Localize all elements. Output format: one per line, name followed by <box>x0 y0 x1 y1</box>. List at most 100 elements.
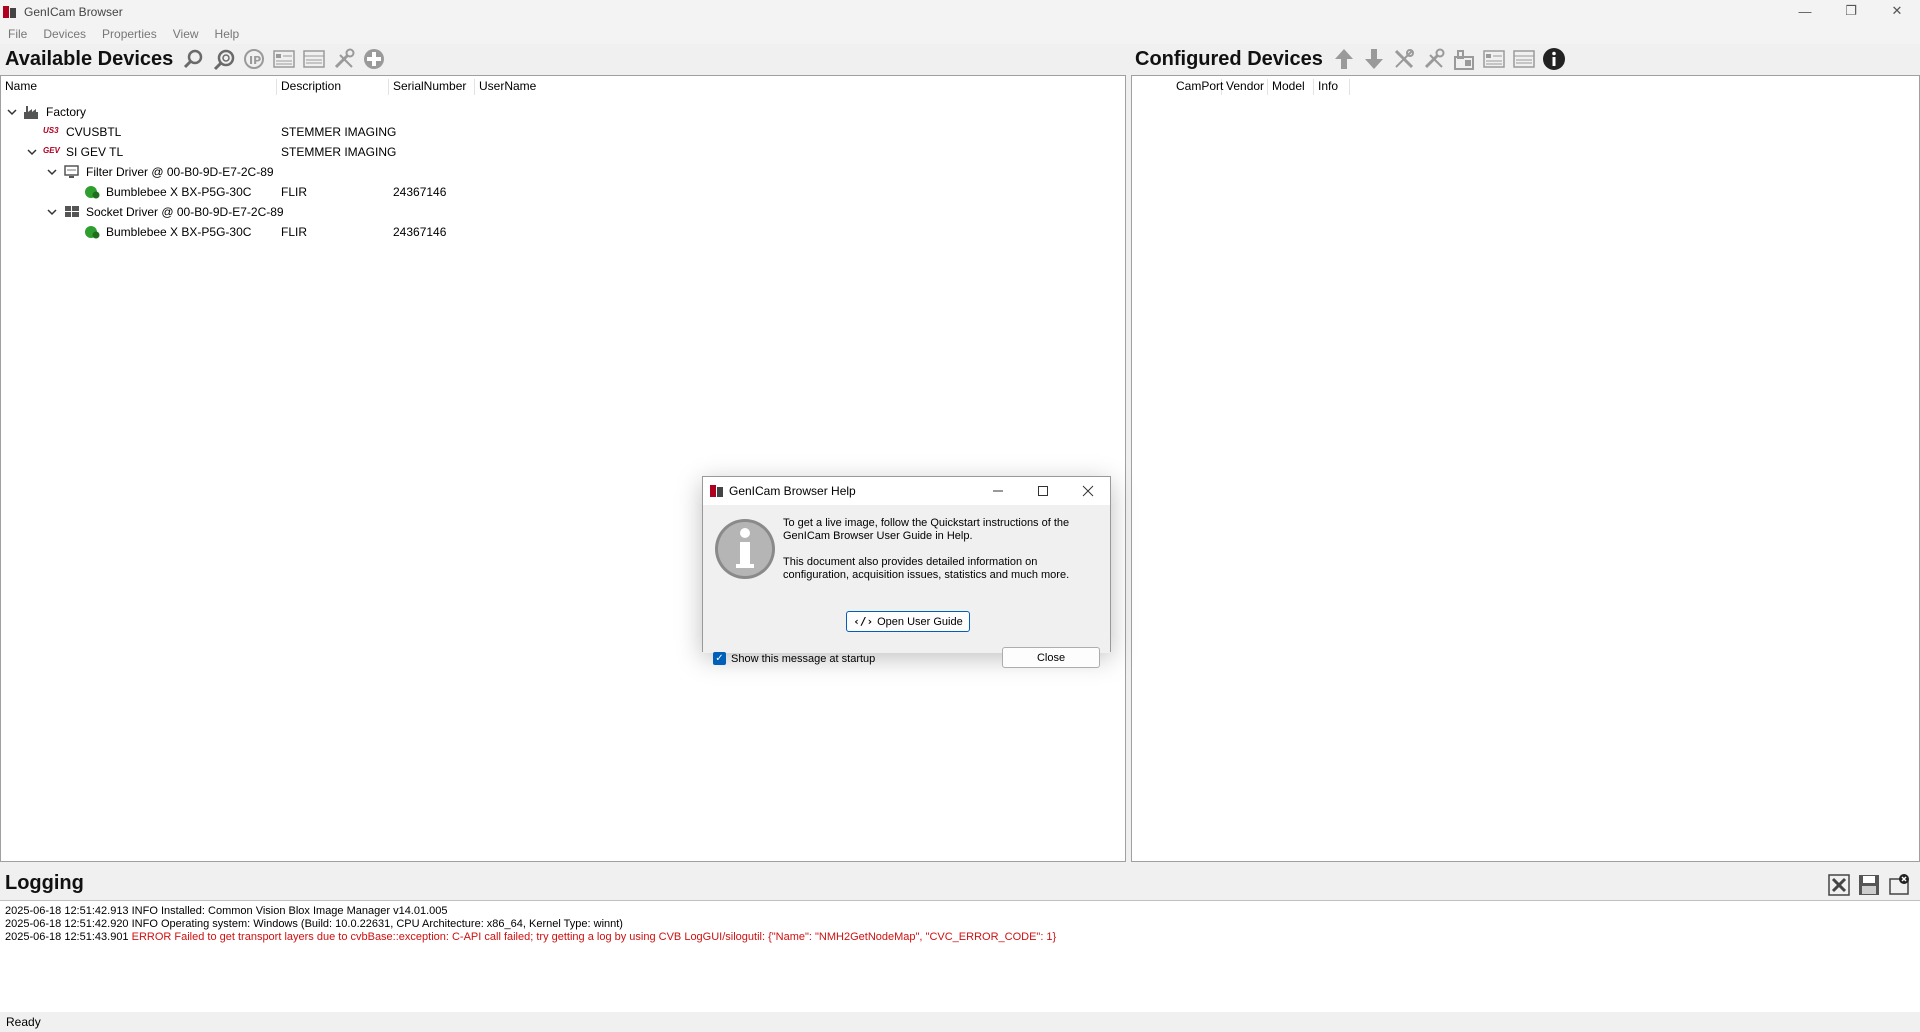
move-up-button[interactable] <box>1329 45 1359 73</box>
dialog-title-bar[interactable]: GenICam Browser Help <box>703 477 1110 505</box>
logging-header: Logging <box>0 866 1920 900</box>
save-config-button[interactable] <box>1449 45 1479 73</box>
grid-details-icon <box>1513 50 1535 68</box>
config-details-button[interactable] <box>1509 45 1539 73</box>
grid-details-icon <box>303 50 326 68</box>
tree-node-cvusbtl[interactable]: US3 CVUSBTL STEMMER IMAGING <box>1 122 1125 142</box>
genicam-app-icon <box>710 485 723 497</box>
log-line: 2025-06-18 12:51:42.913 INFO Installed: … <box>5 905 448 917</box>
close-window-button[interactable]: ✕ <box>1874 0 1920 22</box>
maximize-button[interactable]: ❐ <box>1828 0 1874 22</box>
usb3-icon: US3 <box>43 126 59 135</box>
tree-label: Bumblebee X BX-P5G-30C <box>106 185 252 199</box>
list-properties-icon <box>273 50 296 68</box>
dialog-close-x-button[interactable] <box>1065 477 1110 505</box>
log-settings-button[interactable] <box>1884 871 1914 899</box>
info-button[interactable] <box>1539 45 1569 73</box>
column-info[interactable]: Info <box>1314 79 1350 95</box>
windows-socket-icon <box>65 206 79 217</box>
wrench-icon <box>335 48 355 69</box>
chevron-down-icon[interactable] <box>26 146 38 158</box>
column-name[interactable]: Name <box>1 79 277 95</box>
menu-view[interactable]: View <box>165 27 207 41</box>
tools-button[interactable] <box>329 45 359 73</box>
minimize-button[interactable]: — <box>1782 0 1828 22</box>
column-vendor[interactable]: Vendor <box>1222 79 1268 95</box>
serial-cell: 24367146 <box>393 185 447 199</box>
properties-button[interactable] <box>269 45 299 73</box>
minimize-icon <box>992 490 1003 492</box>
ip-config-button[interactable]: IP <box>239 45 269 73</box>
save-log-button[interactable] <box>1854 871 1884 899</box>
config-tools-button[interactable] <box>1419 45 1449 73</box>
menu-help[interactable]: Help <box>207 27 248 41</box>
status-bar: Ready <box>0 1012 1920 1032</box>
save-icon <box>1859 875 1879 895</box>
clear-log-button[interactable] <box>1824 871 1854 899</box>
remove-config-button[interactable] <box>1389 45 1419 73</box>
tree-label: Factory <box>46 105 87 119</box>
tree-label: Filter Driver @ 00-B0-9D-E7-2C-89 <box>86 165 274 179</box>
log-output[interactable]: 2025-06-18 12:51:42.913 INFO Installed: … <box>0 900 1920 1012</box>
dialog-maximize-button[interactable] <box>1020 477 1065 505</box>
close-icon <box>1082 485 1093 497</box>
lock-save-icon <box>1453 50 1474 70</box>
show-at-startup-checkbox[interactable]: ✓ Show this message at startup <box>713 652 875 665</box>
status-text: Ready <box>6 1015 41 1029</box>
available-column-headers: Name Description SerialNumber UserName <box>1 76 1125 98</box>
dialog-paragraph-2: This document also provides detailed inf… <box>783 556 1070 581</box>
column-model[interactable]: Model <box>1268 79 1314 95</box>
close-button[interactable]: Close <box>1002 647 1100 668</box>
arrow-up-icon <box>1334 49 1353 69</box>
open-user-guide-button[interactable]: ‹/› Open User Guide <box>846 611 970 632</box>
configured-devices-list: CamPort Vendor Model Info <box>1131 75 1920 862</box>
tree-node-filter-driver[interactable]: Filter Driver @ 00-B0-9D-E7-2C-89 <box>1 162 1125 182</box>
menu-file[interactable]: File <box>0 27 35 41</box>
factory-icon <box>24 106 38 119</box>
dialog-minimize-button[interactable] <box>975 477 1020 505</box>
menu-devices[interactable]: Devices <box>35 27 94 41</box>
column-description[interactable]: Description <box>277 79 389 95</box>
info-icon <box>1542 48 1565 70</box>
dialog-paragraph-1: To get a live image, follow the Quicksta… <box>783 517 1070 542</box>
chevron-down-icon[interactable] <box>6 106 18 118</box>
list-properties-icon <box>1483 50 1505 68</box>
discover-button[interactable] <box>209 45 239 73</box>
configured-devices-panel: Configured Devices CamPort Vendor Model … <box>1130 44 1920 862</box>
checkmark-icon: ✓ <box>713 652 726 665</box>
chevron-down-icon[interactable] <box>46 166 58 178</box>
tree-node-si-gev-tl[interactable]: GEV SI GEV TL STEMMER IMAGING <box>1 142 1125 162</box>
svg-text:IP: IP <box>249 54 261 67</box>
add-device-button[interactable] <box>359 45 389 73</box>
tree-node-factory[interactable]: Factory <box>1 102 1125 122</box>
config-properties-button[interactable] <box>1479 45 1509 73</box>
logging-title: Logging <box>5 871 84 894</box>
search-button[interactable] <box>179 45 209 73</box>
tree-node-bumblebee-filter[interactable]: Bumblebee X BX-P5G-30C FLIR 24367146 <box>1 182 1125 202</box>
available-devices-panel: Available Devices IP Name Description Se… <box>0 44 1126 862</box>
tree-label: SI GEV TL <box>66 145 124 159</box>
chevron-down-icon[interactable] <box>46 206 58 218</box>
dialog-title: GenICam Browser Help <box>729 484 856 498</box>
help-dialog: GenICam Browser Help To get a live image… <box>702 476 1111 668</box>
tree-node-socket-driver[interactable]: Socket Driver @ 00-B0-9D-E7-2C-89 <box>1 202 1125 222</box>
tree-node-bumblebee-socket[interactable]: Bumblebee X BX-P5G-30C FLIR 24367146 <box>1 222 1125 242</box>
column-username[interactable]: UserName <box>475 79 555 95</box>
configured-column-headers: CamPort Vendor Model Info <box>1132 76 1919 98</box>
available-devices-title: Available Devices <box>5 47 174 70</box>
code-icon: ‹/› <box>853 615 874 628</box>
tree-label: Socket Driver @ 00-B0-9D-E7-2C-89 <box>86 205 284 219</box>
info-large-icon <box>715 519 775 579</box>
title-bar: GenICam Browser — ❐ ✕ <box>0 0 1920 24</box>
column-camport[interactable]: CamPort <box>1172 79 1223 95</box>
move-down-button[interactable] <box>1359 45 1389 73</box>
dialog-body: To get a live image, follow the Quicksta… <box>703 505 1110 668</box>
column-serialnumber[interactable]: SerialNumber <box>389 79 475 95</box>
tree-label: Bumblebee X BX-P5G-30C <box>106 225 252 239</box>
available-devices-tree: Name Description SerialNumber UserName F… <box>0 75 1126 862</box>
close-window-icon <box>1889 874 1909 895</box>
description-cell: FLIR <box>281 185 308 199</box>
menu-properties[interactable]: Properties <box>94 27 165 41</box>
tools-remove-icon <box>1394 49 1414 69</box>
details-button[interactable] <box>299 45 329 73</box>
